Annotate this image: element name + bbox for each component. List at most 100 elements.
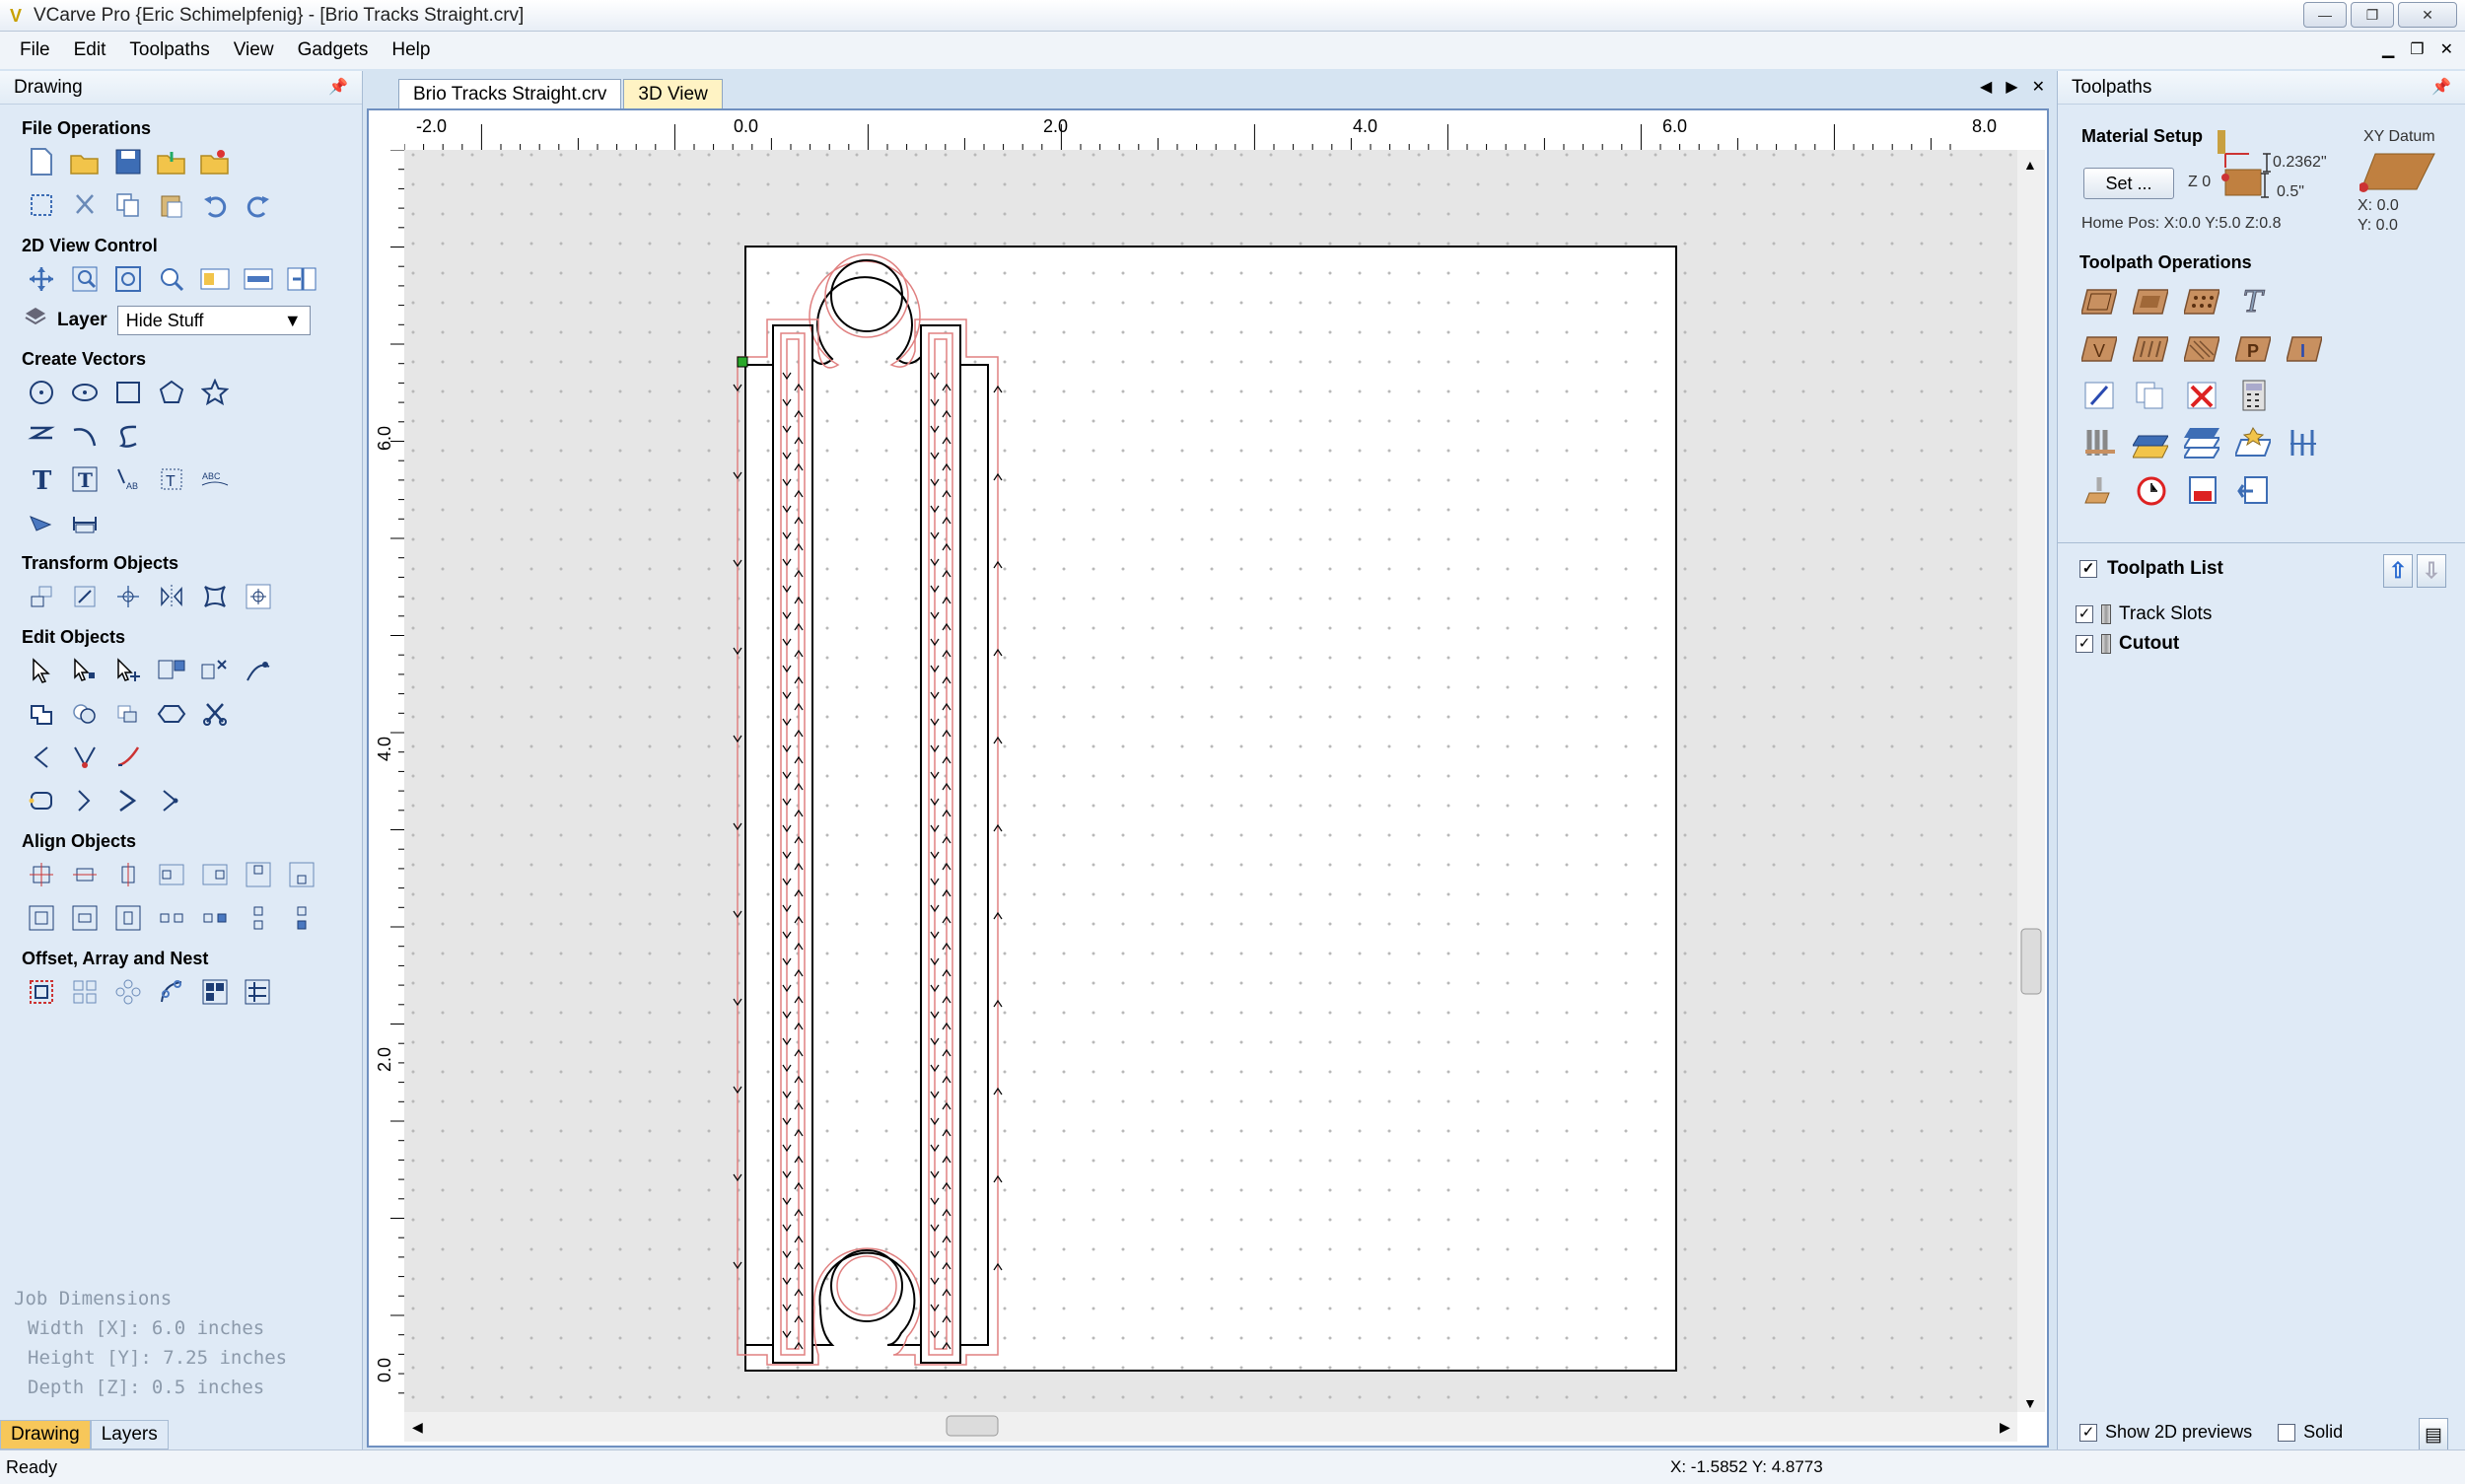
align-hcenter-icon[interactable] (67, 858, 103, 891)
center-in-material-icon[interactable] (241, 580, 276, 613)
interactive-transform-icon[interactable] (110, 654, 146, 687)
ungroup-icon[interactable] (197, 654, 233, 687)
group-icon[interactable] (154, 654, 189, 687)
import-icon[interactable] (154, 145, 189, 178)
pocket-toolpath-icon[interactable] (2133, 284, 2168, 318)
draw-star-icon[interactable] (197, 376, 233, 409)
mdi-close-icon[interactable]: ✕ (2440, 39, 2453, 59)
toolpath-tabs-icon[interactable] (2081, 426, 2117, 459)
pan-icon[interactable] (24, 262, 59, 296)
toolpath-summary-icon[interactable] (2287, 426, 2322, 459)
vcarve-toolpath-icon[interactable]: T (2235, 284, 2271, 318)
draw-curve-icon[interactable] (110, 419, 146, 453)
horizontal-scroll-thumb[interactable] (946, 1415, 999, 1437)
move-down-button[interactable]: ⇩ (2417, 554, 2446, 588)
draw-ellipse-icon[interactable] (67, 376, 103, 409)
machining-time-icon[interactable] (2133, 473, 2168, 507)
delete-toolpath-icon[interactable] (2184, 379, 2219, 412)
view-split-icon[interactable] (284, 262, 319, 296)
material-set-button[interactable]: Set ... (2083, 168, 2174, 199)
minimize-button[interactable]: — (2303, 2, 2347, 28)
space-v-icon[interactable] (284, 901, 319, 935)
prism-toolpath-icon[interactable] (2184, 331, 2219, 365)
join-vectors-icon[interactable] (241, 654, 276, 687)
scale-icon[interactable] (67, 580, 103, 613)
toolpath-checkbox[interactable]: ✓ (2076, 605, 2093, 623)
zoom-selection-icon[interactable] (154, 262, 189, 296)
fluting-toolpath-icon[interactable] (2133, 331, 2168, 365)
tbone-icon[interactable] (154, 784, 189, 817)
xy-datum-icon[interactable] (2359, 150, 2438, 199)
rotate-icon[interactable] (110, 580, 146, 613)
close-doc-icon[interactable]: ✕ (2032, 77, 2045, 97)
menu-gadgets[interactable]: Gadgets (286, 39, 381, 61)
tab-scroll-right-icon[interactable]: ▶ (2006, 77, 2017, 97)
fillet-icon[interactable] (154, 697, 189, 731)
move-up-button[interactable]: ⇧ (2383, 554, 2413, 588)
scroll-left-icon[interactable]: ◀ (412, 1419, 423, 1435)
draw-rectangle-icon[interactable] (110, 376, 146, 409)
distribute-v-icon[interactable] (197, 901, 233, 935)
tab-layers[interactable]: Layers (90, 1420, 169, 1449)
inlay-toolpath-icon[interactable]: P (2235, 331, 2271, 365)
draw-polygon-icon[interactable] (154, 376, 189, 409)
preview-toolpaths-icon[interactable] (2081, 473, 2117, 507)
new-file-icon[interactable] (24, 145, 59, 178)
redo-icon[interactable] (241, 188, 276, 222)
center-x-icon[interactable] (67, 901, 103, 935)
view-material-icon[interactable] (241, 262, 276, 296)
select-icon[interactable] (24, 654, 59, 687)
space-h-icon[interactable] (241, 901, 276, 935)
view-layout-icon[interactable] (197, 262, 233, 296)
block-copy-icon[interactable] (67, 975, 103, 1009)
drilling-toolpath-icon[interactable] (2184, 284, 2219, 318)
draw-circle-icon[interactable] (24, 376, 59, 409)
start-node-handle[interactable] (737, 356, 748, 368)
profile-toolpath-icon[interactable] (2081, 284, 2117, 318)
export-toolpath-icon[interactable] (2235, 473, 2271, 507)
solid-checkbox[interactable] (2278, 1423, 2296, 1442)
weld-icon[interactable] (24, 697, 59, 731)
pin-icon[interactable]: 📌 (328, 77, 348, 97)
import-bitmap-icon[interactable] (197, 145, 233, 178)
mdi-restore-icon[interactable]: ❐ (2410, 39, 2424, 59)
toolpath-templates-icon[interactable] (2235, 426, 2271, 459)
paste-icon[interactable] (154, 188, 189, 222)
dogbone-icon[interactable] (110, 784, 146, 817)
restore-button[interactable]: ❐ (2351, 2, 2394, 28)
edit-toolpath-icon[interactable] (2081, 379, 2117, 412)
menu-file[interactable]: File (8, 39, 62, 61)
center-material-icon[interactable] (24, 901, 59, 935)
vertical-scrollbar[interactable] (2017, 150, 2045, 1412)
align-right-icon[interactable] (197, 858, 233, 891)
offset-icon[interactable] (24, 975, 59, 1009)
tab-3d-view[interactable]: 3D View (623, 79, 723, 108)
intersect-icon[interactable] (110, 697, 146, 731)
close-vectors-icon[interactable] (24, 784, 59, 817)
toolpath-layers-icon[interactable] (2184, 426, 2219, 459)
toolpath-checkbox[interactable]: ✓ (2076, 635, 2093, 653)
align-top-icon[interactable] (241, 858, 276, 891)
align-center-icon[interactable] (24, 858, 59, 891)
distort-icon[interactable] (197, 580, 233, 613)
align-bottom-icon[interactable] (284, 858, 319, 891)
select-all-icon[interactable] (24, 188, 59, 222)
dimension-icon[interactable] (67, 506, 103, 539)
toolpath-item-track-slots[interactable]: ✓ Track Slots (2076, 603, 2212, 625)
layer-dropdown[interactable]: Hide Stuff ▼ (116, 306, 311, 335)
draw-arc-icon[interactable] (67, 419, 103, 453)
menu-toolpaths[interactable]: Toolpaths (117, 39, 221, 61)
scroll-up-icon[interactable]: ▲ (2023, 157, 2037, 173)
copy-along-vector-icon[interactable] (154, 975, 189, 1009)
tab-brio-tracks[interactable]: Brio Tracks Straight.crv (398, 79, 622, 108)
tab-drawing[interactable]: Drawing (0, 1420, 91, 1449)
auto-layout-text-icon[interactable]: T (67, 462, 103, 496)
smart-corner-icon[interactable] (67, 784, 103, 817)
save-icon[interactable] (110, 145, 146, 178)
text-icon[interactable]: T (24, 462, 59, 496)
curve-fit-icon[interactable] (110, 741, 146, 774)
vertical-scroll-thumb[interactable] (2020, 928, 2042, 995)
toolpath-calculator-icon[interactable] (2235, 379, 2271, 412)
merge-toolpaths-icon[interactable] (2133, 426, 2168, 459)
chamfer-icon[interactable] (67, 741, 103, 774)
